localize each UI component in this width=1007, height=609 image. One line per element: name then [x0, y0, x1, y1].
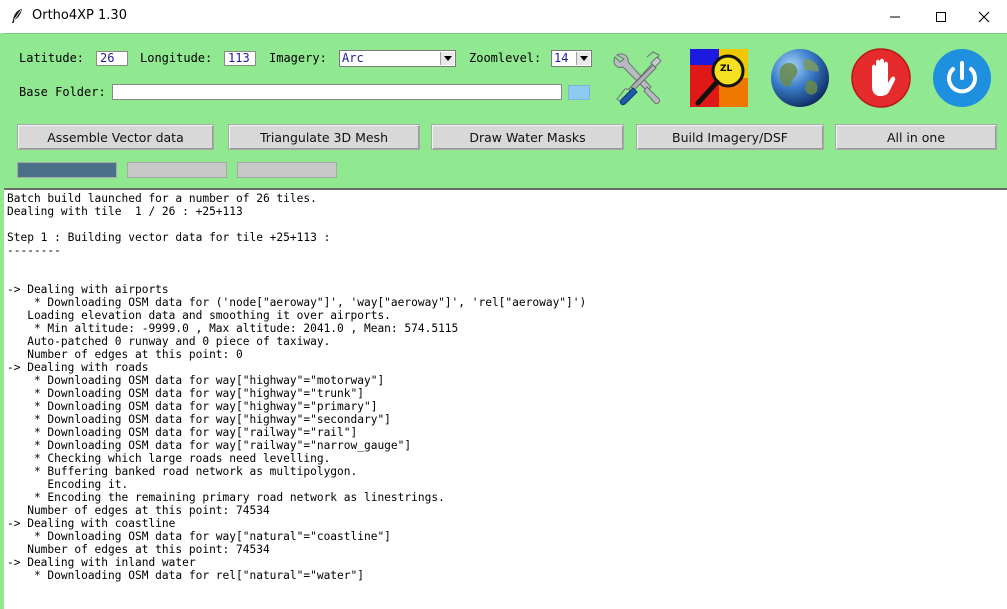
title-bar: Ortho4XP 1.30 [0, 0, 1007, 33]
globe-icon [771, 49, 829, 107]
close-button[interactable] [961, 0, 1007, 33]
zoomlevel-map-icon [690, 49, 748, 107]
chevron-down-icon[interactable] [576, 52, 590, 65]
configuration-button[interactable] [607, 47, 669, 109]
maximize-button[interactable] [918, 0, 964, 33]
stop-button[interactable] [850, 47, 912, 109]
longitude-input[interactable]: 113 [224, 51, 256, 66]
progress-bar-vector [17, 162, 117, 178]
stop-hand-icon [851, 48, 911, 108]
zoomlevel-select[interactable]: 14 [551, 50, 592, 67]
log-text: Batch build launched for a number of 26 … [7, 192, 587, 582]
zoomlevel-label: Zoomlevel: [469, 51, 542, 65]
browse-folder-button[interactable] [568, 85, 590, 100]
assemble-vector-data-button[interactable]: Assemble Vector data [17, 124, 214, 150]
zoomlevel-select-value: 14 [554, 51, 569, 65]
chevron-down-icon[interactable] [440, 52, 454, 65]
minimize-icon [890, 16, 900, 17]
power-button[interactable] [931, 47, 993, 109]
progress-bar-masks [237, 162, 337, 178]
latitude-input[interactable]: 26 [96, 51, 128, 66]
close-icon [978, 11, 990, 22]
imagery-select-value: Arc [342, 51, 364, 65]
base-folder-label: Base Folder: [19, 85, 106, 99]
zl-badge: ZL [720, 64, 733, 74]
log-console[interactable]: Batch build launched for a number of 26 … [4, 188, 1007, 609]
imagery-label: Imagery: [269, 51, 327, 65]
longitude-label: Longitude: [140, 51, 213, 65]
earth-button[interactable] [769, 47, 831, 109]
all-in-one-button[interactable]: All in one [835, 124, 997, 150]
triangulate-3d-mesh-button[interactable]: Triangulate 3D Mesh [228, 124, 420, 150]
base-folder-input[interactable] [112, 84, 562, 100]
latitude-label: Latitude: [19, 51, 85, 65]
draw-water-masks-button[interactable]: Draw Water Masks [431, 124, 624, 150]
zoomlevel-button[interactable]: ZL [688, 47, 750, 109]
imagery-select[interactable]: Arc [339, 50, 456, 67]
maximize-icon [936, 11, 946, 22]
window-title: Ortho4XP 1.30 [32, 8, 127, 23]
tools-icon [613, 51, 662, 106]
feather-icon [12, 9, 22, 23]
control-panel: Latitude: 26 Longitude: 113 Imagery: Arc… [4, 33, 1007, 188]
build-imagery-dsf-button[interactable]: Build Imagery/DSF [636, 124, 824, 150]
power-icon [933, 49, 991, 107]
progress-bar-mesh [127, 162, 227, 178]
minimize-button[interactable] [872, 0, 918, 33]
